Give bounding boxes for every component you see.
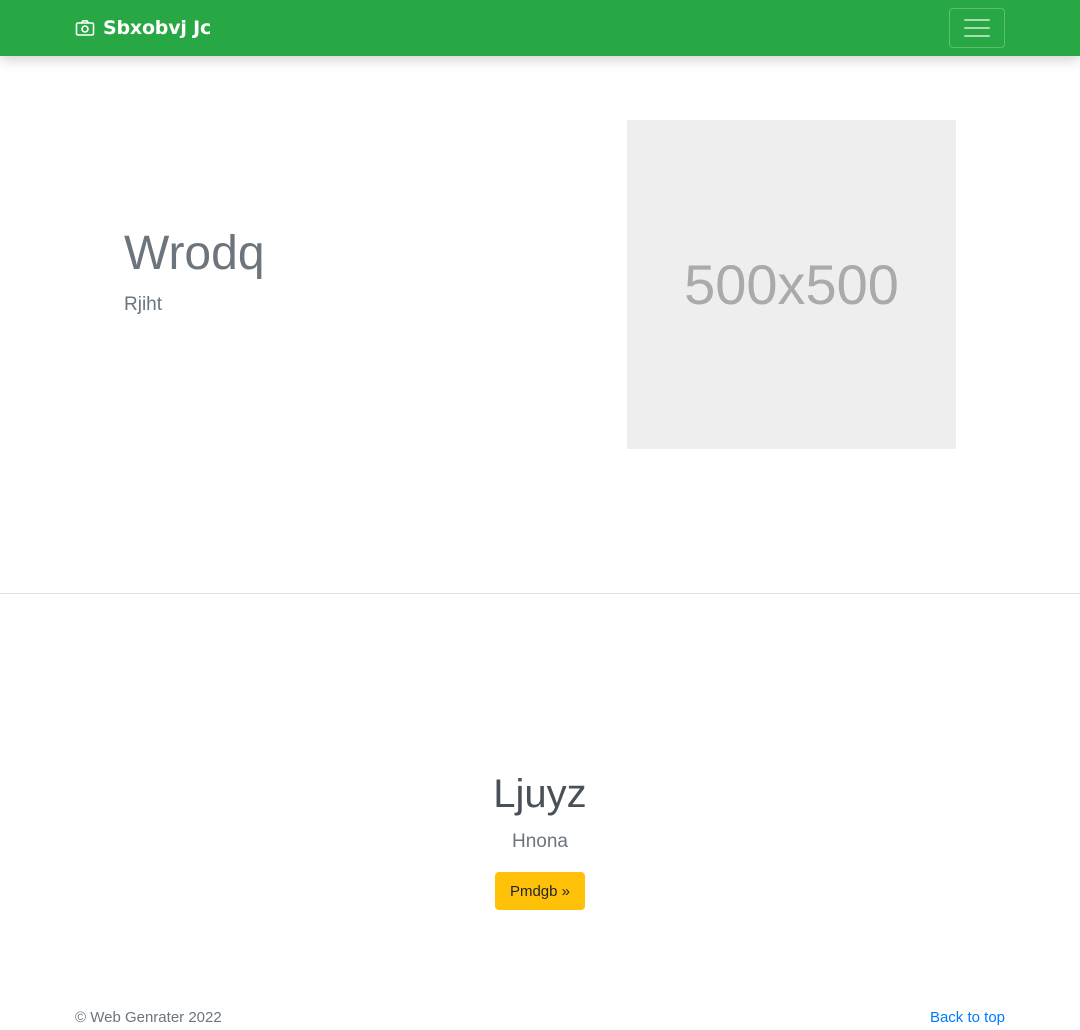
navbar-toggle-button[interactable] <box>949 8 1005 48</box>
brand-link[interactable]: Sbxobvj Jc <box>75 0 211 56</box>
cta-button[interactable]: Pmdgb » <box>495 872 585 910</box>
hero-subtitle: Rjiht <box>124 294 163 315</box>
hero-section: Wrodq Rjiht 500x500 <box>0 56 1080 593</box>
cta-section: Ljuyz Hnona Pmdgb » <box>0 594 1080 974</box>
hamburger-menu-icon <box>964 19 990 21</box>
camera-icon <box>75 18 95 38</box>
hero-image-placeholder: 500x500 <box>627 120 956 449</box>
cta-title: Ljuyz <box>493 772 587 816</box>
cta-subtitle: Hnona <box>512 831 568 852</box>
footer: © Web Genrater 2022 Back to top <box>0 1000 1080 1030</box>
hero-title: Wrodq <box>124 227 265 280</box>
back-to-top-link[interactable]: Back to top <box>930 1009 1005 1026</box>
copyright-text: © Web Genrater 2022 <box>75 1009 222 1026</box>
navbar: Sbxobvj Jc <box>0 0 1080 56</box>
brand-name: Sbxobvj Jc <box>103 17 212 39</box>
placeholder-size-label: 500x500 <box>684 253 899 316</box>
